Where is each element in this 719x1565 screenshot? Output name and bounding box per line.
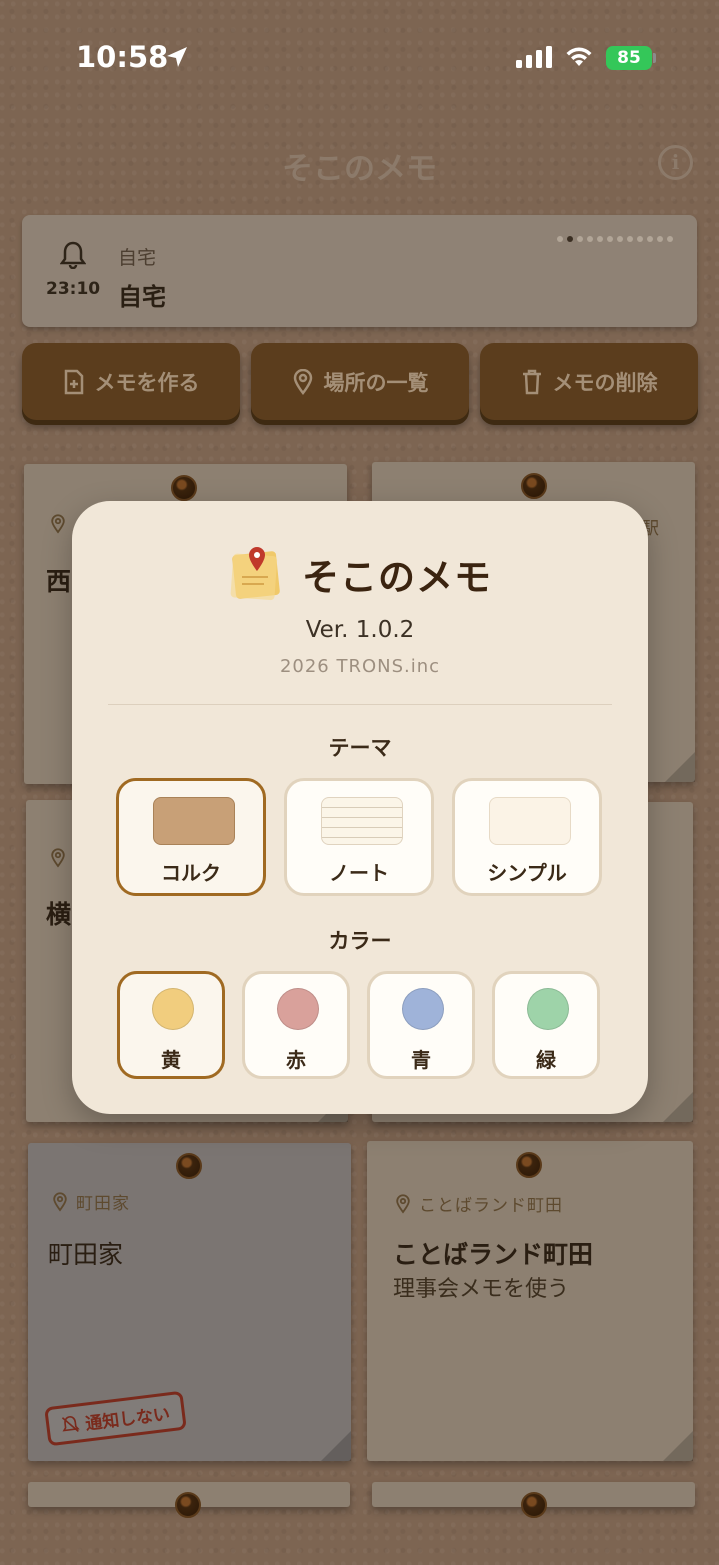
- color-section-label: カラー: [328, 929, 392, 953]
- color-option-label: 黄: [161, 1048, 181, 1072]
- color-option-red[interactable]: 赤: [242, 971, 350, 1079]
- cork-swatch: [153, 797, 235, 845]
- theme-option-label: シンプル: [487, 861, 567, 885]
- color-option-label: 緑: [536, 1048, 556, 1072]
- blue-swatch: [402, 988, 444, 1030]
- copyright-text: 2026 TRONS.inc: [279, 656, 441, 677]
- theme-option-note[interactable]: ノート: [284, 778, 434, 896]
- dialog-title: そこのメモ: [302, 556, 492, 599]
- version-text: Ver. 1.0.2: [305, 617, 415, 643]
- theme-option-cork[interactable]: コルク: [116, 778, 266, 896]
- color-option-label: 青: [411, 1048, 431, 1072]
- theme-option-simple[interactable]: シンプル: [452, 778, 602, 896]
- theme-section-label: テーマ: [328, 736, 392, 760]
- theme-option-label: ノート: [329, 861, 389, 885]
- yellow-swatch: [152, 988, 194, 1030]
- red-swatch: [277, 988, 319, 1030]
- divider: [108, 704, 612, 705]
- theme-option-label: コルク: [161, 861, 221, 885]
- color-option-blue[interactable]: 青: [367, 971, 475, 1079]
- app-logo-icon: [228, 541, 286, 607]
- simple-swatch: [489, 797, 571, 845]
- color-option-label: 赤: [286, 1048, 306, 1072]
- green-swatch: [527, 988, 569, 1030]
- color-option-green[interactable]: 緑: [492, 971, 600, 1079]
- color-option-yellow[interactable]: 黄: [117, 971, 225, 1079]
- note-swatch: [321, 797, 403, 845]
- about-dialog: そこのメモ Ver. 1.0.2 2026 TRONS.inc テーマ コルク …: [72, 501, 648, 1114]
